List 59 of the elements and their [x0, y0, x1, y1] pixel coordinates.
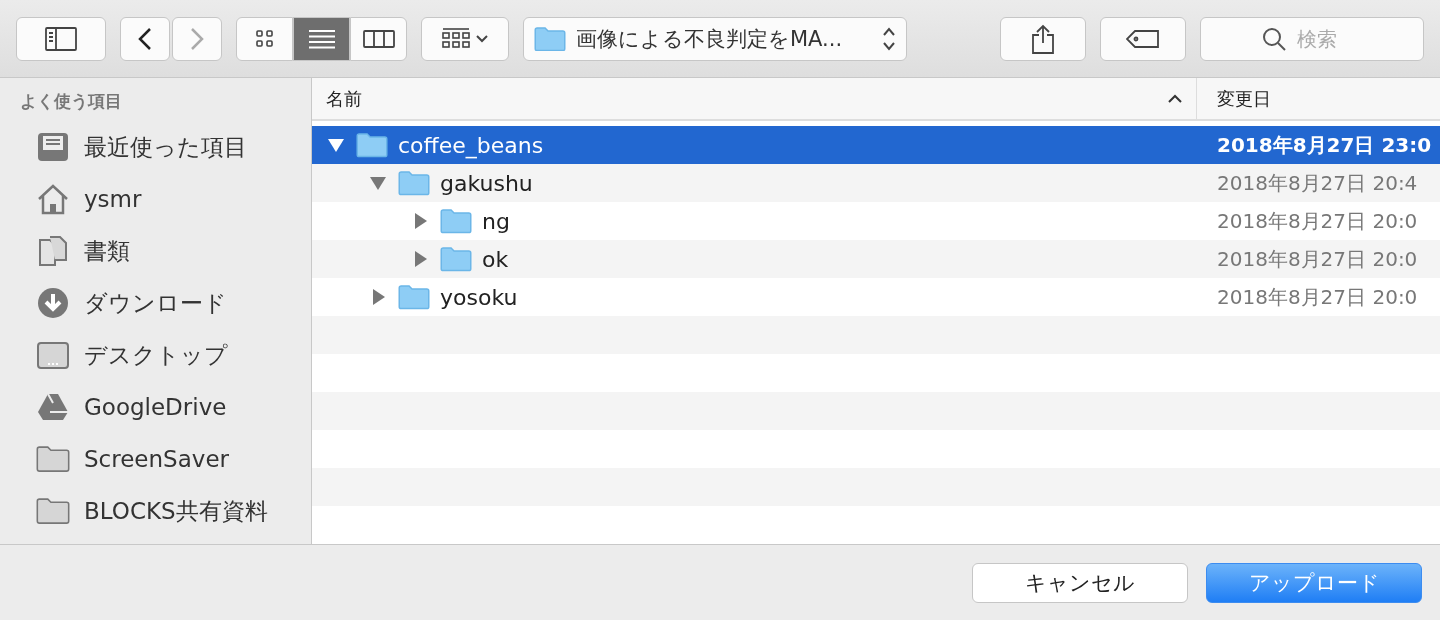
chevron-down-icon — [476, 34, 488, 43]
folder-icon — [398, 170, 430, 196]
arrange-icon — [442, 27, 470, 50]
home-icon — [36, 182, 70, 216]
view-mode-button[interactable] — [236, 16, 293, 61]
sidebar-icon — [45, 26, 77, 51]
modified-date: 2018年8月27日 20:0 — [1217, 245, 1419, 273]
column-header[interactable]: 名前 — [312, 78, 1197, 120]
folder-icon — [440, 208, 472, 234]
sidebar-item[interactable]: BLOCKS共有資料 — [0, 485, 311, 537]
share-icon — [1031, 23, 1055, 54]
view-mode-button[interactable] — [350, 16, 407, 61]
file-row[interactable]: gakushu 2018年8月27日 20:4 — [312, 164, 1440, 202]
folder-icon — [440, 246, 472, 272]
up-down-chevron-icon — [882, 25, 896, 52]
folder-icon — [398, 284, 430, 310]
tray-icon — [36, 130, 70, 164]
sidebar-item[interactable]: ScreenSaver — [0, 433, 311, 485]
sidebar-toggle-button[interactable] — [16, 16, 106, 61]
download-icon — [36, 286, 70, 320]
arrange-button[interactable] — [421, 16, 509, 61]
tag-icon — [1126, 29, 1160, 48]
chevron-right-icon — [190, 26, 204, 51]
path-popup-button[interactable]: 画像による不良判定をMA... — [523, 16, 907, 61]
chevron-left-icon — [138, 26, 152, 51]
sidebar-item[interactable]: 最近使った項目 — [0, 121, 311, 173]
folder-icon — [36, 445, 70, 473]
modified-date: 2018年8月27日 20:0 — [1217, 207, 1419, 235]
cancel-button[interactable]: キャンセル — [972, 562, 1188, 603]
file-row[interactable]: ok 2018年8月27日 20:0 — [312, 240, 1440, 278]
columns-icon — [362, 28, 395, 49]
modified-date: 2018年8月27日 23:0 — [1217, 131, 1433, 159]
file-name: yosoku — [440, 284, 518, 310]
modified-date: 2018年8月27日 20:0 — [1217, 283, 1419, 311]
back-button[interactable] — [120, 16, 170, 61]
search-icon — [1262, 26, 1286, 51]
grid-icon — [254, 28, 275, 49]
folder-icon — [356, 132, 388, 158]
share-button[interactable] — [1000, 16, 1086, 61]
documents-icon — [36, 234, 70, 268]
view-mode-button[interactable] — [293, 16, 350, 61]
modified-date: 2018年8月27日 20:4 — [1217, 169, 1419, 197]
tag-button[interactable] — [1100, 16, 1186, 61]
sidebar-item[interactable]: ダウンロード — [0, 277, 311, 329]
folder-icon — [534, 25, 566, 52]
file-row[interactable]: coffee_beans 2018年8月27日 23:0 — [312, 126, 1440, 164]
sidebar-item[interactable]: ysmr — [0, 173, 311, 225]
sidebar-item[interactable]: GoogleDrive — [0, 381, 311, 433]
sidebar-heading: よく使う項目 — [19, 90, 123, 113]
list-icon — [307, 28, 336, 49]
file-name: ng — [482, 208, 510, 234]
column-header[interactable]: 変更日 — [1197, 78, 1440, 120]
search-field[interactable]: 検索 — [1200, 16, 1424, 61]
sidebar-item[interactable]: デスクトップ — [0, 329, 311, 381]
file-name: coffee_beans — [398, 132, 544, 158]
sidebar-item[interactable]: 書類 — [0, 225, 311, 277]
file-name: gakushu — [440, 170, 533, 196]
folder-icon — [36, 497, 70, 525]
file-name: ok — [482, 246, 509, 272]
